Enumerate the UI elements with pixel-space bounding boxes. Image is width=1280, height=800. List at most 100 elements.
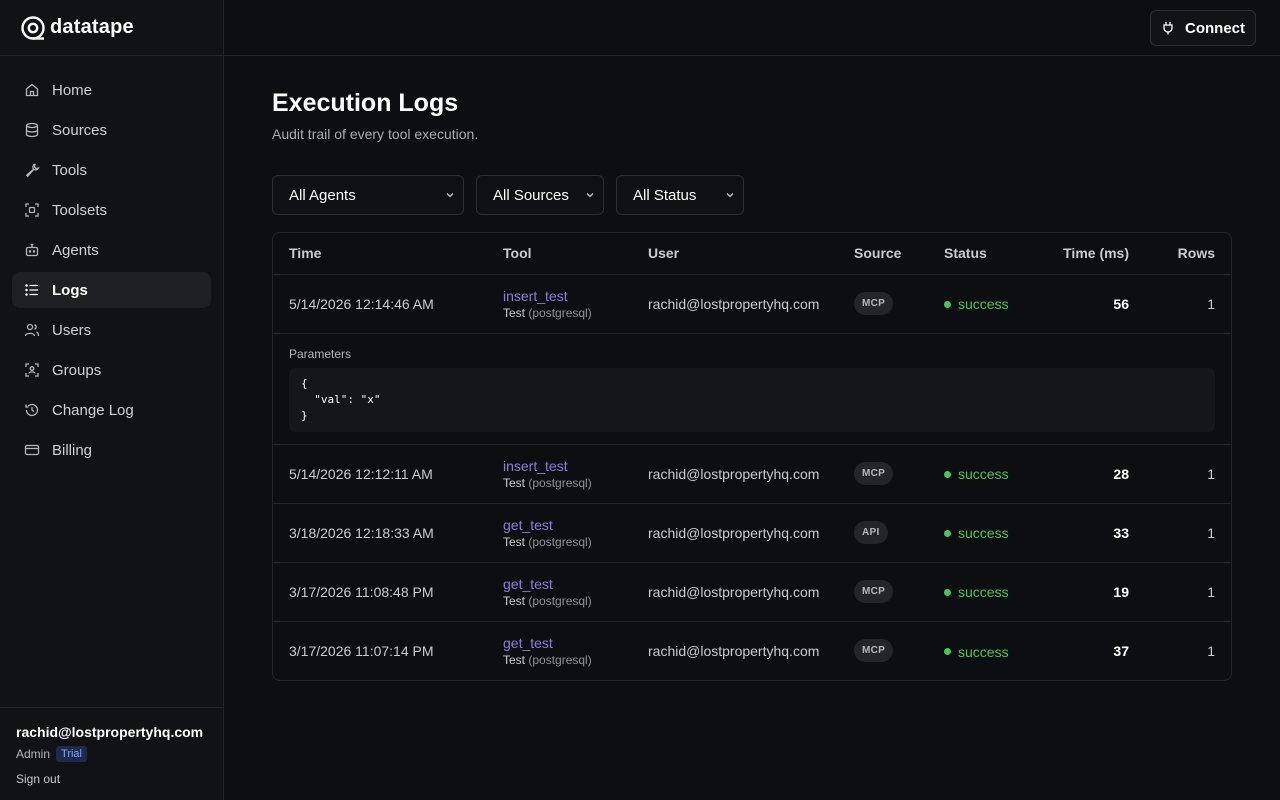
connect-button[interactable]: Connect xyxy=(1150,10,1256,46)
users-icon xyxy=(24,323,40,337)
source-badge: MCP xyxy=(854,639,894,663)
tool-source: Test (postgresql) xyxy=(503,594,616,608)
sign-out-link[interactable]: Sign out xyxy=(16,772,60,786)
column-header-source[interactable]: Source xyxy=(838,233,928,275)
agent-filter-value: All Agents xyxy=(289,186,356,204)
table-row[interactable]: 5/14/2026 12:12:11 AM insert_test Test (… xyxy=(273,444,1231,504)
row-status-cell: success xyxy=(928,274,1032,334)
tool-link[interactable]: get_test xyxy=(503,635,616,651)
tool-source: Test (postgresql) xyxy=(503,306,616,320)
agent-filter-select[interactable]: All Agents xyxy=(272,175,464,215)
app-root: datatape Home Sources Tools Toolsets Age… xyxy=(0,0,1280,800)
parameters-json: { "val": "x" } xyxy=(289,367,1215,432)
bot-icon xyxy=(25,243,39,257)
source-badge: MCP xyxy=(854,292,894,315)
chevron-down-icon xyxy=(726,193,734,198)
row-rows: 1 xyxy=(1145,503,1231,563)
sidebar-item-toolsets[interactable]: Toolsets xyxy=(12,192,211,228)
scan-icon xyxy=(25,203,39,217)
row-status-cell: success xyxy=(928,503,1032,563)
table-row[interactable]: 3/17/2026 11:08:48 PM get_test Test (pos… xyxy=(273,562,1231,622)
plug-icon xyxy=(1163,22,1173,35)
row-time: 5/14/2026 12:12:11 AM xyxy=(273,444,487,504)
tool-source: Test (postgresql) xyxy=(503,535,616,549)
row-rows: 1 xyxy=(1145,562,1231,622)
tool-source-name: Test xyxy=(503,475,526,490)
page-title: Execution Logs xyxy=(272,89,459,117)
tool-source-name: Test xyxy=(503,534,526,549)
status-dot-icon xyxy=(944,529,951,537)
status-filter-value: All Status xyxy=(633,186,697,204)
tool-link[interactable]: get_test xyxy=(503,517,616,533)
user-role-line: Admin Trial xyxy=(16,746,207,762)
source-badge: API xyxy=(854,521,888,544)
brand[interactable]: datatape xyxy=(0,0,223,56)
user-panel: rachid@lostpropertyhq.com Admin Trial Si… xyxy=(0,707,223,800)
status-dot-icon xyxy=(944,470,951,478)
sidebar-item-users[interactable]: Users xyxy=(12,312,211,348)
user-email: rachid@lostpropertyhq.com xyxy=(16,724,204,740)
sidebar-item-label: Tools xyxy=(52,161,88,179)
row-time-ms: 28 xyxy=(1032,444,1145,504)
column-header-tool[interactable]: Tool xyxy=(487,233,632,275)
sidebar-item-sources[interactable]: Sources xyxy=(12,112,211,148)
status-dot-icon xyxy=(944,300,951,308)
sidebar-item-change-log[interactable]: Change Log xyxy=(12,392,211,428)
row-time-ms: 19 xyxy=(1032,562,1145,622)
row-tool-cell: insert_test Test (postgresql) xyxy=(487,274,632,334)
tool-link[interactable]: get_test xyxy=(503,576,616,592)
sidebar-item-label: Sources xyxy=(52,121,108,139)
tool-source-name: Test xyxy=(503,593,526,608)
column-header-time[interactable]: Time xyxy=(273,233,487,275)
sidebar-item-groups[interactable]: Groups xyxy=(12,352,211,388)
wrench-icon xyxy=(25,163,40,178)
chevron-down-icon xyxy=(586,193,594,198)
table-header-row: Time Tool User Source Status Time (ms) R… xyxy=(273,233,1231,275)
row-source-cell: MCP xyxy=(838,274,928,334)
sidebar-item-home[interactable]: Home xyxy=(12,72,211,108)
tool-engine: (postgresql) xyxy=(528,593,592,608)
row-time-ms: 33 xyxy=(1032,503,1145,563)
credit-card-icon xyxy=(24,444,40,456)
user-role: Admin xyxy=(16,747,51,761)
tool-engine: (postgresql) xyxy=(528,534,592,549)
row-source-cell: API xyxy=(838,503,928,563)
sidebar-item-agents[interactable]: Agents xyxy=(12,232,211,268)
table-row[interactable]: 5/14/2026 12:14:46 AM insert_test Test (… xyxy=(273,274,1231,334)
row-tool-cell: get_test Test (postgresql) xyxy=(487,562,632,622)
tool-link[interactable]: insert_test xyxy=(503,288,616,304)
row-status-cell: success xyxy=(928,562,1032,622)
tool-engine: (postgresql) xyxy=(528,652,592,667)
sidebar-item-tools[interactable]: Tools xyxy=(12,152,211,188)
top-bar: Connect xyxy=(224,0,1280,56)
logs-table: Time Tool User Source Status Time (ms) R… xyxy=(272,232,1232,681)
row-time: 3/17/2026 11:07:14 PM xyxy=(289,642,434,659)
row-time-ms: 37 xyxy=(1113,642,1129,659)
sidebar-item-billing[interactable]: Billing xyxy=(12,432,211,468)
status-text: success xyxy=(958,525,1009,542)
sidebar-item-label: Logs xyxy=(52,281,88,299)
datatape-logo-icon xyxy=(21,15,45,40)
status-indicator: success xyxy=(944,584,1009,600)
list-icon xyxy=(25,284,38,296)
column-header-time-ms[interactable]: Time (ms) xyxy=(1032,233,1145,275)
row-time: 5/14/2026 12:14:46 AM xyxy=(273,274,487,334)
table-row[interactable]: 3/18/2026 12:18:33 AM get_test Test (pos… xyxy=(273,503,1231,563)
tool-source: Test (postgresql) xyxy=(503,653,616,667)
tool-link[interactable]: insert_test xyxy=(503,458,616,474)
home-icon xyxy=(25,83,39,97)
row-rows: 1 xyxy=(1145,444,1231,504)
table-row[interactable]: 3/17/2026 11:07:14 PM get_test Test (pos… xyxy=(273,621,1231,680)
sidebar: datatape Home Sources Tools Toolsets Age… xyxy=(0,0,224,800)
column-header-user[interactable]: User xyxy=(632,233,838,275)
column-header-rows[interactable]: Rows xyxy=(1145,233,1231,275)
status-filter-select[interactable]: All Status xyxy=(616,175,744,215)
row-time: 3/17/2026 11:08:48 PM xyxy=(273,562,487,622)
column-header-status[interactable]: Status xyxy=(928,233,1032,275)
status-indicator: success xyxy=(944,296,1009,312)
source-filter-select[interactable]: All Sources xyxy=(476,175,604,215)
tool-source-name: Test xyxy=(503,652,526,667)
sidebar-item-label: Users xyxy=(52,321,92,339)
sidebar-item-logs[interactable]: Logs xyxy=(12,272,211,308)
tool-engine: (postgresql) xyxy=(528,475,592,490)
